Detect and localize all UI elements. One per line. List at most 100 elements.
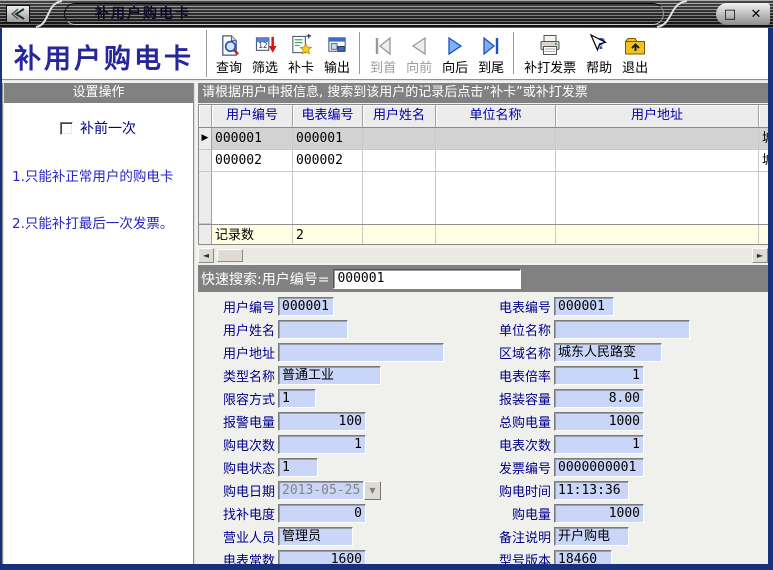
titlebar[interactable]: 补用户购电卡 □ ✕ xyxy=(0,0,773,28)
reissue-previous-checkbox[interactable] xyxy=(60,122,73,135)
purchase-status-label: 购电状态 xyxy=(214,458,278,477)
grid-column-header[interactable]: 用户编号 xyxy=(212,105,293,128)
total-energy-field[interactable]: 1000 xyxy=(554,412,644,431)
remark-label: 备注说明 xyxy=(490,527,554,546)
table-row[interactable]: 000002000002城 xyxy=(199,150,768,172)
invoice-number-field[interactable]: 0000000001 xyxy=(554,458,644,477)
toolbar-help-button[interactable]: ?帮助 xyxy=(582,29,616,77)
operator-field[interactable]: 管理员 xyxy=(278,527,353,546)
grid-column-header[interactable]: 单位名称 xyxy=(436,105,556,128)
toolbar-output-button[interactable]: 输出 xyxy=(320,29,354,77)
toolbar-reissue-card-label: 补卡 xyxy=(288,57,314,76)
toolbar-exit-button[interactable]: 退出 xyxy=(618,29,652,77)
meter-constant-field[interactable]: 1600 xyxy=(278,550,366,564)
grid-header-row: 用户编号电表编号用户姓名单位名称用户地址 xyxy=(199,105,768,128)
remark-field[interactable]: 开户购电 xyxy=(554,527,629,546)
installed-capacity-field[interactable]: 8.00 xyxy=(554,389,644,408)
purchase-count-field[interactable]: 1 xyxy=(278,435,366,454)
toolbar-go-prev-button[interactable]: 向前 xyxy=(402,29,436,77)
toolbar-go-next-label: 向后 xyxy=(442,57,468,76)
table-cell: 000001 xyxy=(212,128,293,150)
grid-empty-cell xyxy=(293,172,363,224)
table-cell: 000002 xyxy=(212,150,293,172)
grid-column-header[interactable]: 用户地址 xyxy=(556,105,759,128)
form-row: 用户姓名 xyxy=(214,318,444,341)
titlebar-swoosh-left xyxy=(34,0,64,28)
toolbar: 查询 12筛选补卡输出到首向前向后到尾补打发票?帮助退出 xyxy=(211,29,768,80)
type-name-field[interactable]: 普通工业 xyxy=(278,366,381,385)
instruction-bar: 请根据用户申报信息, 搜索到该用户的记录后点击“补卡”或补打发票 xyxy=(198,83,768,103)
grid-column-header[interactable]: 电表编号 xyxy=(293,105,363,128)
close-button[interactable]: ✕ xyxy=(746,5,766,23)
purchase-date-combobox[interactable]: 2013-05-25▼ xyxy=(278,481,381,500)
grid-empty-cell xyxy=(556,172,759,224)
unit-name-field[interactable] xyxy=(554,320,690,339)
capacity-limit-mode-field[interactable]: 1 xyxy=(278,389,316,408)
form-row: 用户地址 xyxy=(214,341,444,364)
grid-footer-cell: 记录数 xyxy=(212,225,293,245)
grid-empty-marker xyxy=(199,172,212,224)
toolbar-separator xyxy=(513,32,515,74)
table-row[interactable]: ▶000001000001城 xyxy=(199,128,768,150)
toolbar-help-label: 帮助 xyxy=(586,57,612,76)
user-name-field[interactable] xyxy=(278,320,348,339)
toolbar-go-next-button[interactable]: 向后 xyxy=(438,29,472,77)
purchase-status-field[interactable]: 1 xyxy=(278,458,318,477)
purchase-time-label: 购电时间 xyxy=(490,481,554,500)
model-version-label: 型号版本 xyxy=(490,550,554,564)
grid-column-header[interactable]: 用户姓名 xyxy=(363,105,436,128)
purchase-time-field[interactable]: 11:13:36 xyxy=(554,481,629,500)
unit-name-label: 单位名称 xyxy=(490,320,554,339)
exit-icon xyxy=(623,31,647,57)
sidebar-header: 设置操作 xyxy=(4,83,193,103)
table-cell: 000001 xyxy=(293,128,363,150)
form-row: 电表倍率1 xyxy=(490,364,690,387)
grid-footer-row: 记录数2 xyxy=(199,224,768,245)
user-name-label: 用户姓名 xyxy=(214,320,278,339)
toolbar-go-first-button[interactable]: 到首 xyxy=(366,29,400,77)
reissue-previous-option[interactable]: 补前一次 xyxy=(4,118,193,138)
user-id-field[interactable]: 000001 xyxy=(278,297,334,316)
grid-hscrollbar[interactable]: ◄ ► xyxy=(198,248,768,263)
grid-footer-cell xyxy=(363,225,436,245)
toolbar-go-last-button[interactable]: 到尾 xyxy=(474,29,508,77)
area-name-field[interactable]: 城东人民路变 xyxy=(554,343,662,362)
user-address-field[interactable] xyxy=(278,343,444,362)
query-icon xyxy=(218,31,241,57)
alarm-energy-field[interactable]: 100 xyxy=(278,412,366,431)
model-version-field[interactable]: 18460 xyxy=(554,550,612,564)
grid-empty-cell xyxy=(436,172,556,224)
purchase-energy-field[interactable]: 1000 xyxy=(554,504,644,523)
quick-search-input[interactable] xyxy=(333,269,521,289)
toolbar-exit-label: 退出 xyxy=(622,57,648,76)
grid-column-header[interactable] xyxy=(759,105,768,128)
scroll-thumb[interactable] xyxy=(217,249,243,262)
filter-icon: 12 xyxy=(254,31,277,57)
meter-ratio-field[interactable]: 1 xyxy=(554,366,644,385)
meter-id-field[interactable]: 000001 xyxy=(554,297,614,316)
adjustment-energy-field[interactable]: 0 xyxy=(278,504,366,523)
toolbar-filter-button[interactable]: 12筛选 xyxy=(248,29,282,77)
table-cell xyxy=(363,150,436,172)
form-row: 报装容量8.00 xyxy=(490,387,690,410)
grid-empty-area xyxy=(199,172,768,224)
maximize-button[interactable]: □ xyxy=(720,5,740,23)
sidebar: 设置操作 补前一次 1.只能补正常用户的购电卡 2.只能补打最后一次发票。 xyxy=(2,83,195,564)
toolbar-query-button[interactable]: 查询 xyxy=(212,29,246,77)
form-row: 购电状态1 xyxy=(214,456,444,479)
form-right-column: 电表编号000001单位名称区域名称城东人民路变电表倍率1报装容量8.00总购电… xyxy=(490,295,690,564)
scroll-left-button[interactable]: ◄ xyxy=(198,248,214,263)
toolbar-reissue-card-button[interactable]: 补卡 xyxy=(284,29,318,77)
toolbar-go-prev-label: 向前 xyxy=(406,57,432,76)
scroll-right-button[interactable]: ► xyxy=(752,248,768,263)
form-row: 电表次数1 xyxy=(490,433,690,456)
last-icon xyxy=(479,31,503,57)
card-icon xyxy=(290,31,313,57)
form-row: 单位名称 xyxy=(490,318,690,341)
toolbar-query-label: 查询 xyxy=(216,57,242,76)
toolbar-reprint-invoice-button[interactable]: 补打发票 xyxy=(520,29,580,77)
window-body: 补用户购电卡 查询12筛选补卡输出到首向前向后到尾补打发票?帮助退出 设置操作 … xyxy=(2,28,768,564)
area-name-label: 区域名称 xyxy=(490,343,554,362)
chevron-down-icon[interactable]: ▼ xyxy=(364,481,381,500)
meter-count-field[interactable]: 1 xyxy=(554,435,644,454)
